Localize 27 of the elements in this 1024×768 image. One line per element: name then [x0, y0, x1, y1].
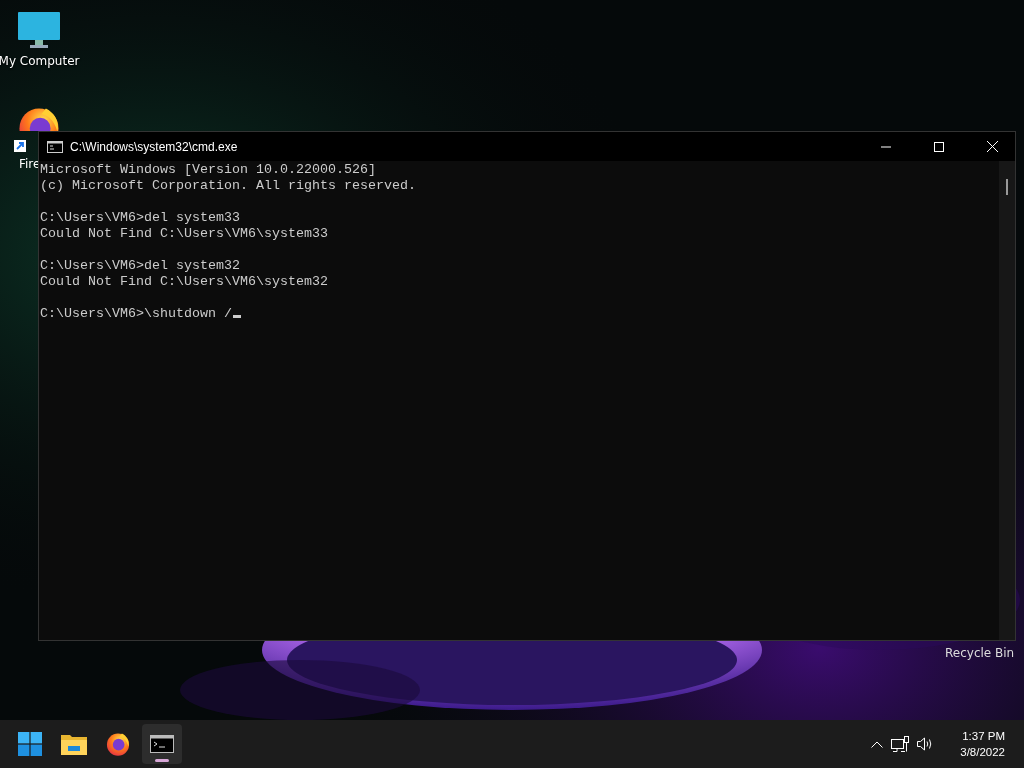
console-line: Could Not Find C:\Users\VM6\system32 [40, 274, 329, 290]
icon-label[interactable]: My Computer [0, 54, 80, 68]
console-line: Microsoft Windows [Version 10.0.22000.526] [40, 162, 377, 178]
clock-date[interactable]: 3/8/2022 [960, 744, 1005, 760]
console-line: (c) Microsoft Corporation. All rights reserved. [40, 178, 417, 194]
console-line: C:\Users\VM6>del system32 [40, 258, 241, 274]
terminal-icon [47, 140, 63, 153]
firefox-icon [105, 731, 131, 757]
network-icon[interactable] [891, 736, 910, 752]
windows-logo-icon [18, 732, 42, 756]
window-title: C:\Windows\system32\cmd.exe [70, 139, 239, 154]
scrollbar[interactable] [999, 161, 1015, 640]
icon-label[interactable]: Recycle Bin [945, 646, 1015, 660]
console-line: C:\Users\VM6>del system33 [40, 210, 241, 226]
monitor-icon[interactable] [18, 10, 60, 50]
console-line: C:\Users\VM6>\shutdown / [40, 306, 999, 322]
taskbar-app[interactable] [142, 724, 182, 764]
scrollbar-thumb[interactable] [1006, 179, 1008, 195]
maximize-icon [934, 141, 944, 152]
chevron-up-icon[interactable] [871, 740, 884, 748]
clock-time[interactable]: 1:37 PM [962, 728, 1005, 744]
folder-icon [61, 733, 87, 755]
terminal-icon [150, 735, 174, 753]
minimize-icon [881, 145, 891, 148]
shortcut-arrow-icon [14, 140, 26, 152]
console-line: Could Not Find C:\Users\VM6\system33 [40, 226, 329, 242]
close-icon [986, 141, 998, 152]
